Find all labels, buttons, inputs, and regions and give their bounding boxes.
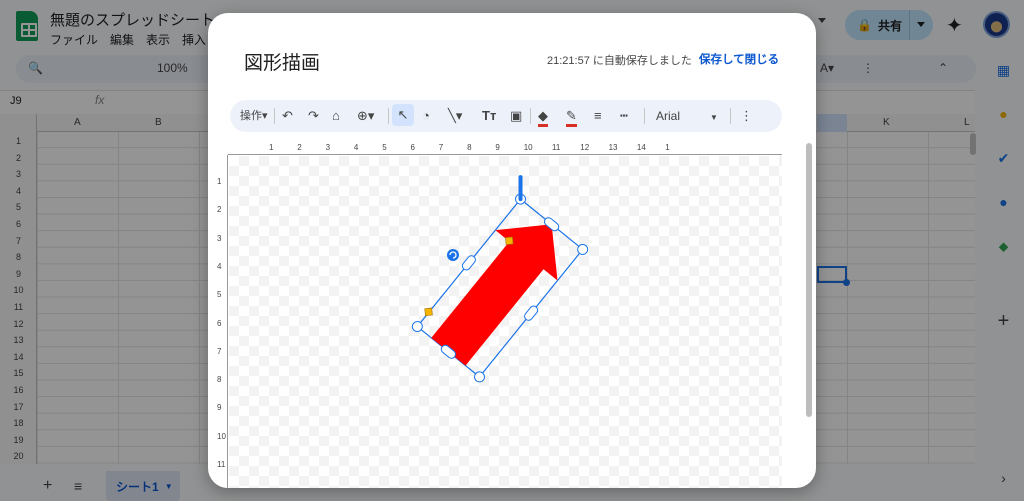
resize-handle[interactable]: [576, 242, 590, 256]
resize-handle[interactable]: [523, 304, 539, 321]
drawing-dialog: 図形描画 21:21:57 に自動保存しました 保存して閉じる 操作▾ ↶ ↷ …: [208, 13, 816, 488]
adjust-handle[interactable]: [505, 236, 514, 245]
resize-handle[interactable]: [472, 370, 486, 384]
resize-handle[interactable]: [410, 320, 424, 334]
arrow-shape-layer: [410, 175, 590, 384]
dialog-scrollbar[interactable]: [806, 143, 812, 417]
rotate-handle-icon[interactable]: [447, 249, 459, 261]
resize-handle[interactable]: [461, 254, 477, 271]
adjust-handle[interactable]: [424, 307, 433, 317]
